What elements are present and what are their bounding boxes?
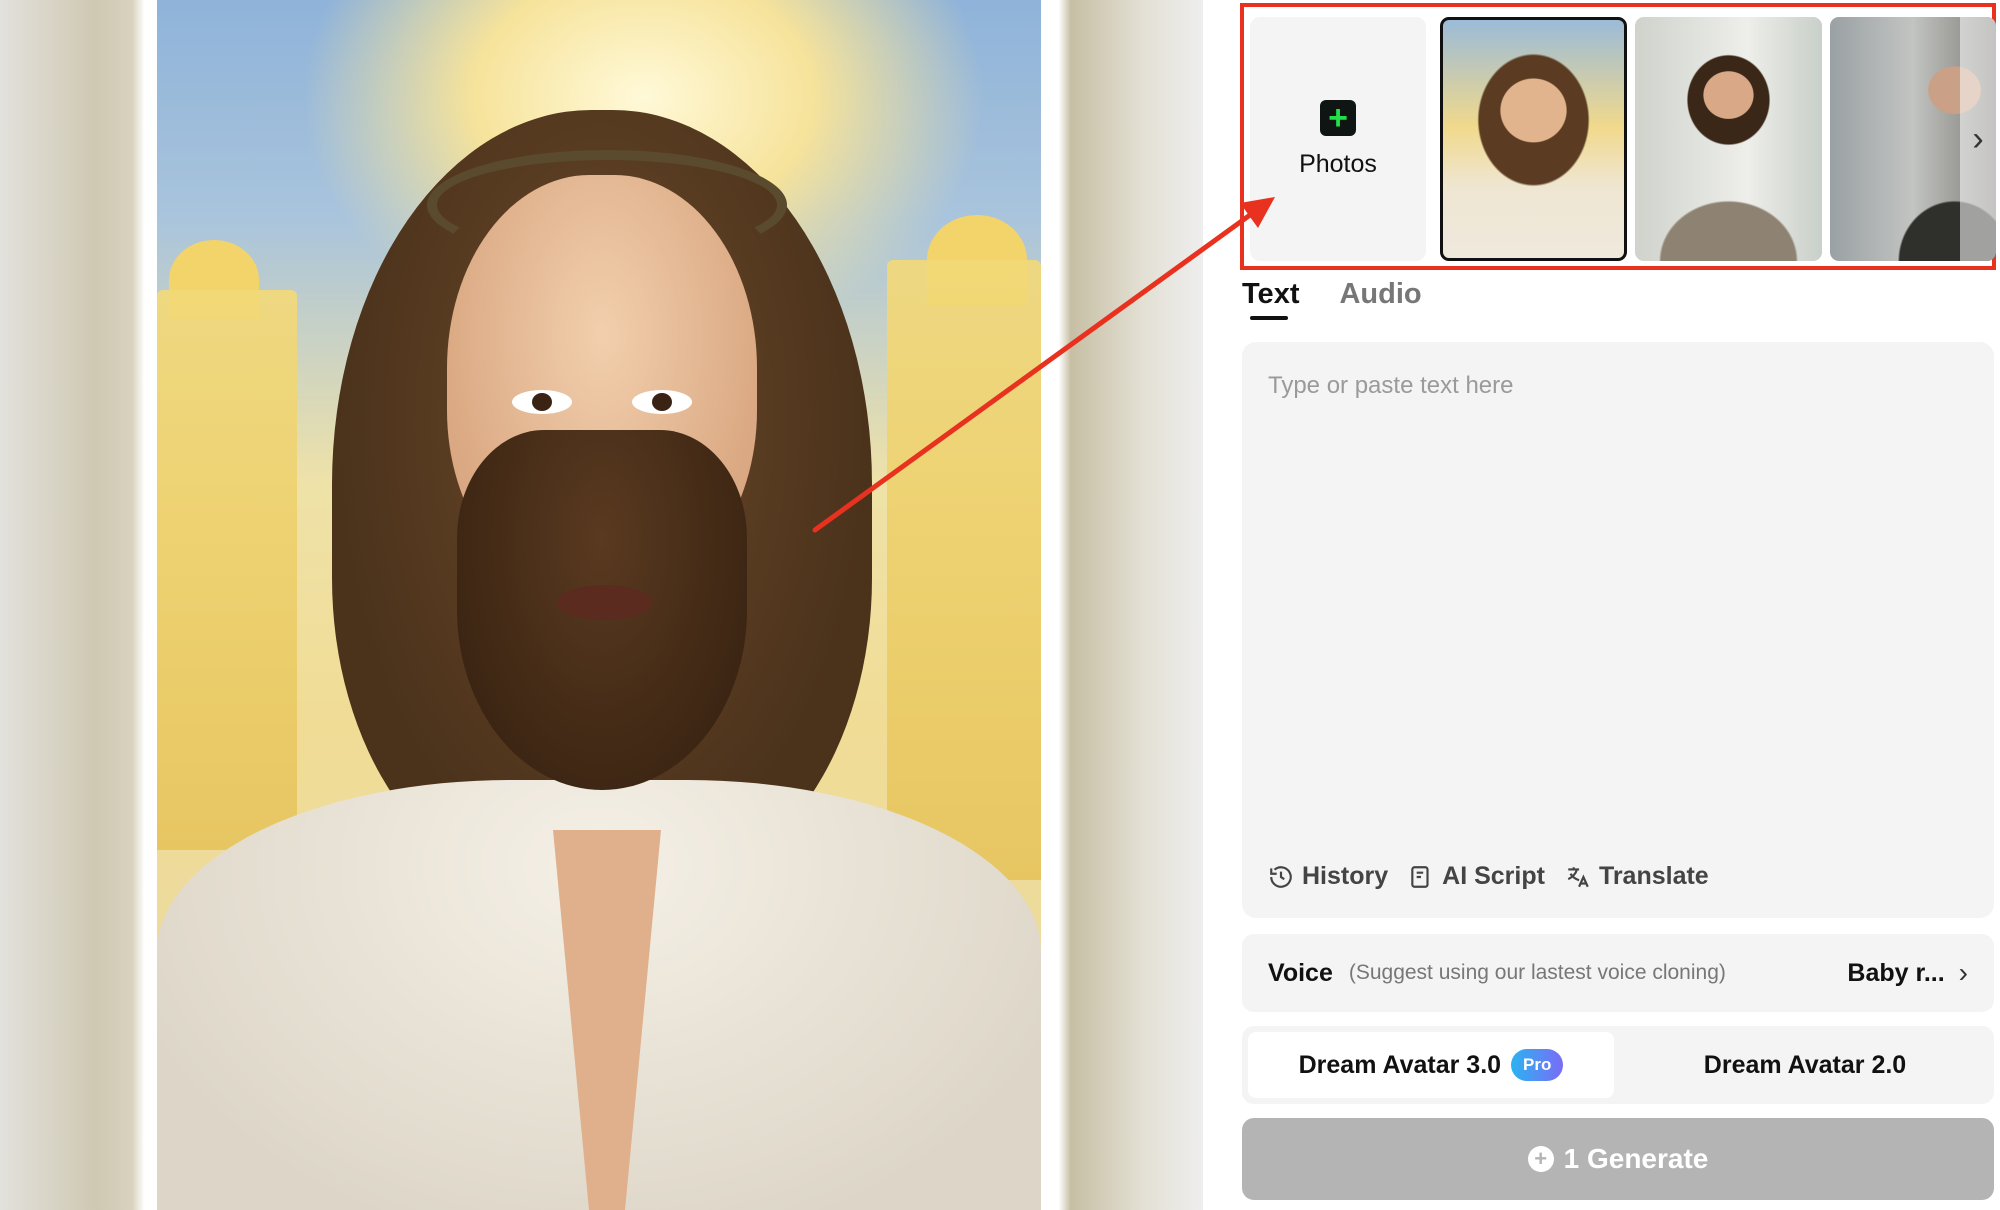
avatar-thumb-jesus[interactable] [1440,17,1627,261]
model-label: Dream Avatar 2.0 [1703,1050,1907,1079]
chevron-right-icon[interactable]: › [1960,17,1996,261]
credit-plus-icon: + [1527,1146,1554,1172]
voice-value: Baby r... [1847,958,1945,987]
ai-script-button[interactable]: AI Script [1408,862,1545,891]
control-panel: + Photos › Text Audio History [1236,0,2000,1210]
generate-button[interactable]: + 1 Generate [1242,1118,1994,1200]
voice-selector[interactable]: Voice (Suggest using our lastest voice c… [1242,934,1994,1012]
tab-text[interactable]: Text [1242,276,1299,326]
history-button[interactable]: History [1268,862,1388,891]
app-root: + Photos › Text Audio History [0,0,2000,1210]
translate-button[interactable]: Translate [1565,862,1709,891]
pro-badge: Pro [1511,1049,1564,1081]
ai-script-icon [1411,865,1429,888]
add-photos-label: Photos [1299,149,1377,178]
history-label: History [1302,862,1389,890]
voice-label: Voice [1268,958,1333,987]
chevron-right-icon: › [1958,957,1968,988]
script-tools: History AI Script Translate [1268,862,1709,891]
model-selector: Dream Avatar 3.0 Pro Dream Avatar 2.0 [1242,1026,1994,1104]
script-input[interactable] [1242,342,1994,822]
voice-hint: (Suggest using our lastest voice cloning… [1348,961,1726,984]
model-dream-avatar-2[interactable]: Dream Avatar 2.0 [1622,1032,1988,1098]
generate-label: 1 Generate [1563,1143,1709,1174]
translate-label: Translate [1598,862,1709,890]
translate-icon [1567,866,1589,887]
model-label: Dream Avatar 3.0 [1298,1050,1502,1079]
tab-audio[interactable]: Audio [1339,276,1421,326]
photo-selector-highlight: + Photos › [1240,3,1996,270]
script-textbox: History AI Script Translate [1242,342,1994,918]
model-dream-avatar-3[interactable]: Dream Avatar 3.0 Pro [1248,1032,1614,1098]
plus-icon: + [1320,99,1356,136]
input-mode-tabs: Text Audio [1242,276,1422,326]
avatar-preview [0,0,1203,1210]
history-icon [1270,865,1292,888]
avatar-thumb-woman[interactable] [1635,17,1822,261]
ai-script-label: AI Script [1442,862,1545,890]
avatar-preview-image [157,0,1041,1210]
add-photos-button[interactable]: + Photos [1250,17,1426,261]
